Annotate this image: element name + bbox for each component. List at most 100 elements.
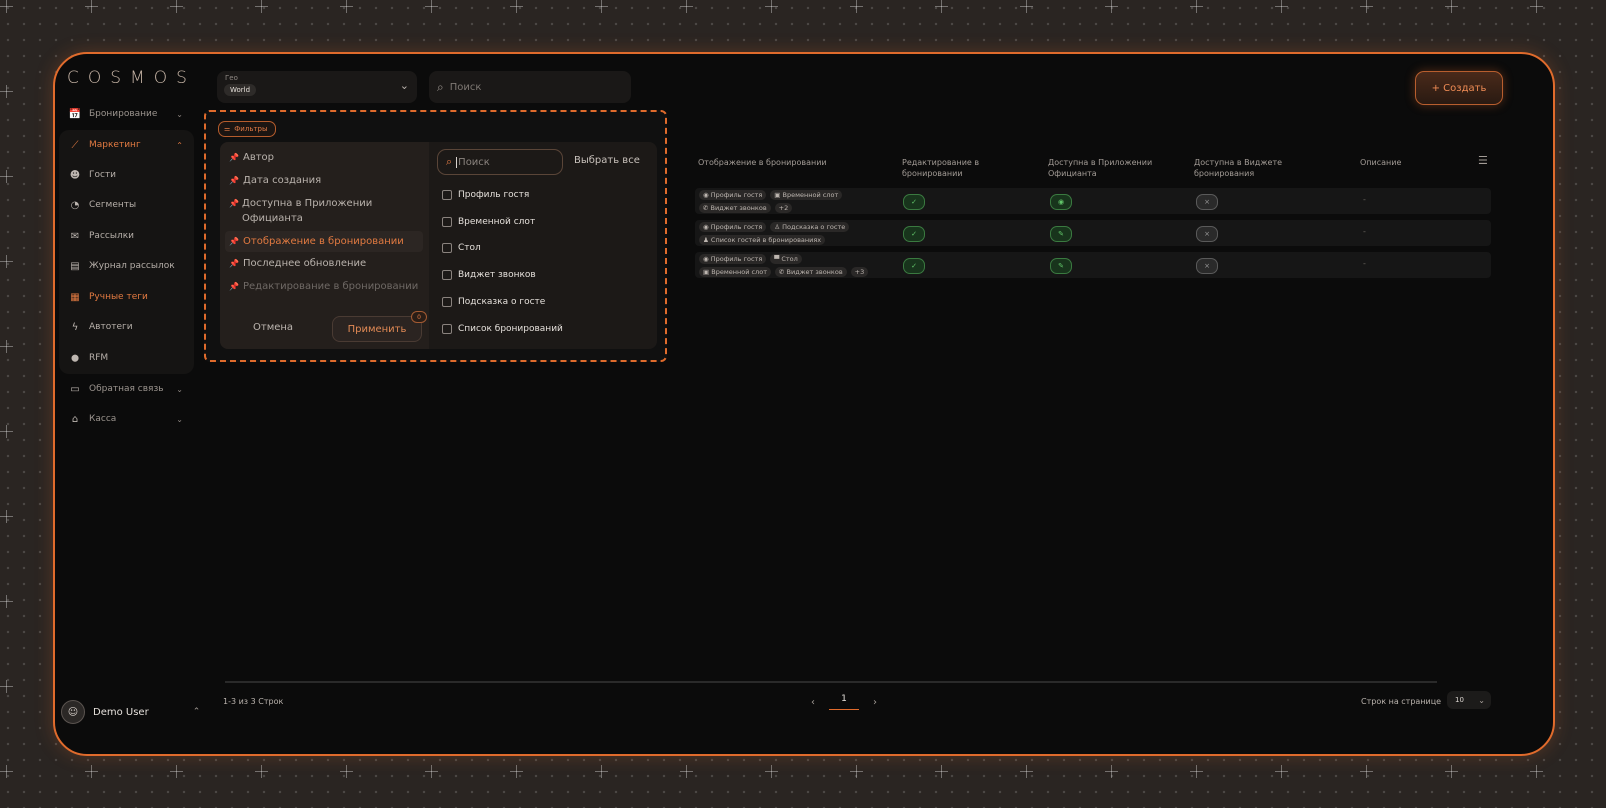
- sidebar-item-mailings[interactable]: ✉ Рассылки: [61, 223, 191, 249]
- sidebar-item-mailing-log[interactable]: ▤ Журнал рассылок: [61, 253, 191, 279]
- clock-icon: ▣: [774, 191, 781, 199]
- horizontal-scrollbar[interactable]: [225, 681, 1437, 683]
- more-tags-chip[interactable]: +2: [774, 203, 793, 213]
- sidebar-item-rfm[interactable]: ⬤ RFM: [61, 345, 191, 371]
- plus-mark: [850, 765, 863, 778]
- prev-page-button[interactable]: ‹: [811, 697, 815, 708]
- sidebar-item-guests[interactable]: ☻ Гости: [61, 162, 191, 188]
- page-1-button[interactable]: 1: [829, 694, 859, 710]
- filter-option-checkbox[interactable]: Список бронирований: [442, 324, 563, 334]
- plus-mark: [1020, 765, 1033, 778]
- eye-icon: ◉: [1050, 194, 1072, 210]
- column-header-waiter[interactable]: Доступна в Приложении Официанта: [1048, 157, 1173, 179]
- bolt-icon: ϟ: [71, 321, 79, 333]
- filter-field-item-selected[interactable]: 📌 Отображение в бронировании: [225, 231, 423, 252]
- description-cell: -: [1363, 259, 1366, 268]
- rows-per-page-label: Строк на странице: [1361, 697, 1442, 706]
- sidebar-item-marketing[interactable]: ⟋ Маркетинг ⌃: [61, 132, 191, 158]
- pin-icon: 📌: [229, 153, 239, 162]
- create-button[interactable]: + Создать: [1415, 71, 1503, 105]
- next-page-button[interactable]: ›: [873, 697, 877, 708]
- filter-field-item[interactable]: 📌 Редактирование в бронировании: [225, 279, 423, 301]
- filter-option-checkbox[interactable]: Подсказка о госте: [442, 297, 545, 307]
- more-tags-chip[interactable]: +3: [850, 267, 869, 277]
- column-header-widget[interactable]: Доступна в Виджете бронирования: [1194, 157, 1294, 179]
- sidebar-item-feedback[interactable]: ▭ Обратная связь ⌄: [61, 376, 191, 402]
- checkbox: [442, 243, 452, 253]
- feedback-icon: ▭: [70, 383, 80, 395]
- column-header-description[interactable]: Описание: [1360, 157, 1401, 168]
- filter-option-checkbox[interactable]: Профиль гостя: [442, 190, 529, 200]
- filter-search-input[interactable]: ⌕ Поиск: [437, 149, 563, 175]
- close-icon: ×: [1196, 194, 1218, 210]
- description-cell: -: [1363, 227, 1366, 236]
- phone-icon: ✆: [778, 268, 785, 276]
- pin-icon: 📌: [229, 282, 239, 291]
- app-window: COSMOS 📅 Бронирование ⌄ ⟋ Маркетинг ⌃ ☻ …: [53, 52, 1555, 756]
- tag-chip: ◉ Профиль гостя: [699, 222, 767, 232]
- plus-mark: [1530, 0, 1543, 13]
- plus-mark: [935, 0, 948, 13]
- filter-field-item[interactable]: 📌 Доступна в Приложении Официанта: [225, 196, 423, 226]
- tag-chip: ♙ Подсказка о госте: [770, 222, 850, 232]
- table-row[interactable]: ◉ Профиль гостя ▀ Стол ▣ Временной слот …: [695, 252, 1491, 278]
- sidebar-item-cashier[interactable]: ⌂ Касса ⌄: [61, 406, 191, 432]
- search-icon: ⌕: [446, 155, 453, 168]
- search-input[interactable]: ⌕ Поиск: [429, 71, 631, 103]
- sidebar-item-segments[interactable]: ◔ Сегменты: [61, 192, 191, 218]
- select-all-button[interactable]: Выбрать все: [574, 155, 640, 166]
- geo-select[interactable]: Гео World ⌄: [217, 71, 417, 103]
- hint-icon: ♙: [774, 223, 781, 231]
- sidebar-item-manual-tags[interactable]: ▦ Ручные теги: [61, 284, 191, 310]
- description-cell: -: [1363, 195, 1366, 204]
- filter-field-item[interactable]: 📌 Дата создания: [225, 173, 423, 188]
- column-settings-icon[interactable]: ☰: [1478, 154, 1488, 167]
- calendar-plus-icon: 📅: [68, 108, 82, 120]
- filter-field-item[interactable]: 📌 Последнее обновление: [225, 256, 423, 271]
- plus-mark: [340, 0, 353, 13]
- chart-line-icon: ⟋: [71, 139, 79, 151]
- avatar: ☺: [61, 700, 85, 724]
- checkbox: [442, 297, 452, 307]
- close-icon: ×: [1196, 226, 1218, 242]
- table-icon: ▀: [774, 255, 780, 263]
- clock-icon: ▣: [703, 268, 710, 276]
- tag-chip: ✆ Виджет звонков: [774, 267, 847, 277]
- sliders-icon: ⚌: [224, 125, 231, 133]
- checkbox: [442, 190, 452, 200]
- check-icon: ✓: [903, 258, 925, 274]
- plus-mark: [1445, 765, 1458, 778]
- user-menu[interactable]: ☺ Demo User ⌃: [61, 700, 200, 724]
- sidebar-item-booking[interactable]: 📅 Бронирование ⌄: [61, 101, 191, 127]
- sidebar-item-autotags[interactable]: ϟ Автотеги: [61, 314, 191, 340]
- search-placeholder: Поиск: [449, 81, 482, 93]
- filter-field-item[interactable]: 📌 Автор: [225, 150, 423, 165]
- plus-mark: [0, 340, 13, 353]
- plus-mark: [170, 0, 183, 13]
- plus-mark: [1105, 765, 1118, 778]
- cancel-button[interactable]: Отмена: [253, 322, 293, 333]
- chat-icon: ▤: [70, 260, 80, 272]
- pin-icon: 📌: [229, 259, 239, 268]
- filters-button[interactable]: ⚌ Фильтры: [218, 121, 276, 137]
- plus-mark: [425, 0, 438, 13]
- filter-option-checkbox[interactable]: Временной слот: [442, 217, 535, 227]
- plus-mark: [935, 765, 948, 778]
- chevron-down-icon: ⌄: [176, 384, 183, 394]
- filter-panel: 📌 Автор 📌 Дата создания 📌 Доступна в Прилож…: [220, 142, 657, 349]
- plus-mark: [1190, 765, 1203, 778]
- plus-mark: [0, 85, 13, 98]
- filter-field-list: 📌 Автор 📌 Дата создания 📌 Доступна в Прилож…: [220, 142, 429, 349]
- table-row[interactable]: ◉ Профиль гостя ▣ Временной слот ✆ Видже…: [695, 188, 1491, 214]
- apply-button[interactable]: Применить: [332, 316, 422, 342]
- list-icon: ♟: [703, 236, 709, 244]
- user-icon: ◉: [703, 255, 709, 263]
- rows-per-page-select[interactable]: 10 ⌄: [1447, 691, 1491, 709]
- plus-mark: [255, 765, 268, 778]
- filter-option-checkbox[interactable]: Стол: [442, 243, 481, 253]
- column-header-display[interactable]: Отображение в бронировании: [698, 157, 858, 168]
- column-header-edit[interactable]: Редактирование в бронировании: [902, 157, 1002, 179]
- table-row[interactable]: ◉ Профиль гостя ♙ Подсказка о госте ♟ Сп…: [695, 220, 1491, 246]
- filter-option-checkbox[interactable]: Виджет звонков: [442, 270, 536, 280]
- plus-mark: [85, 765, 98, 778]
